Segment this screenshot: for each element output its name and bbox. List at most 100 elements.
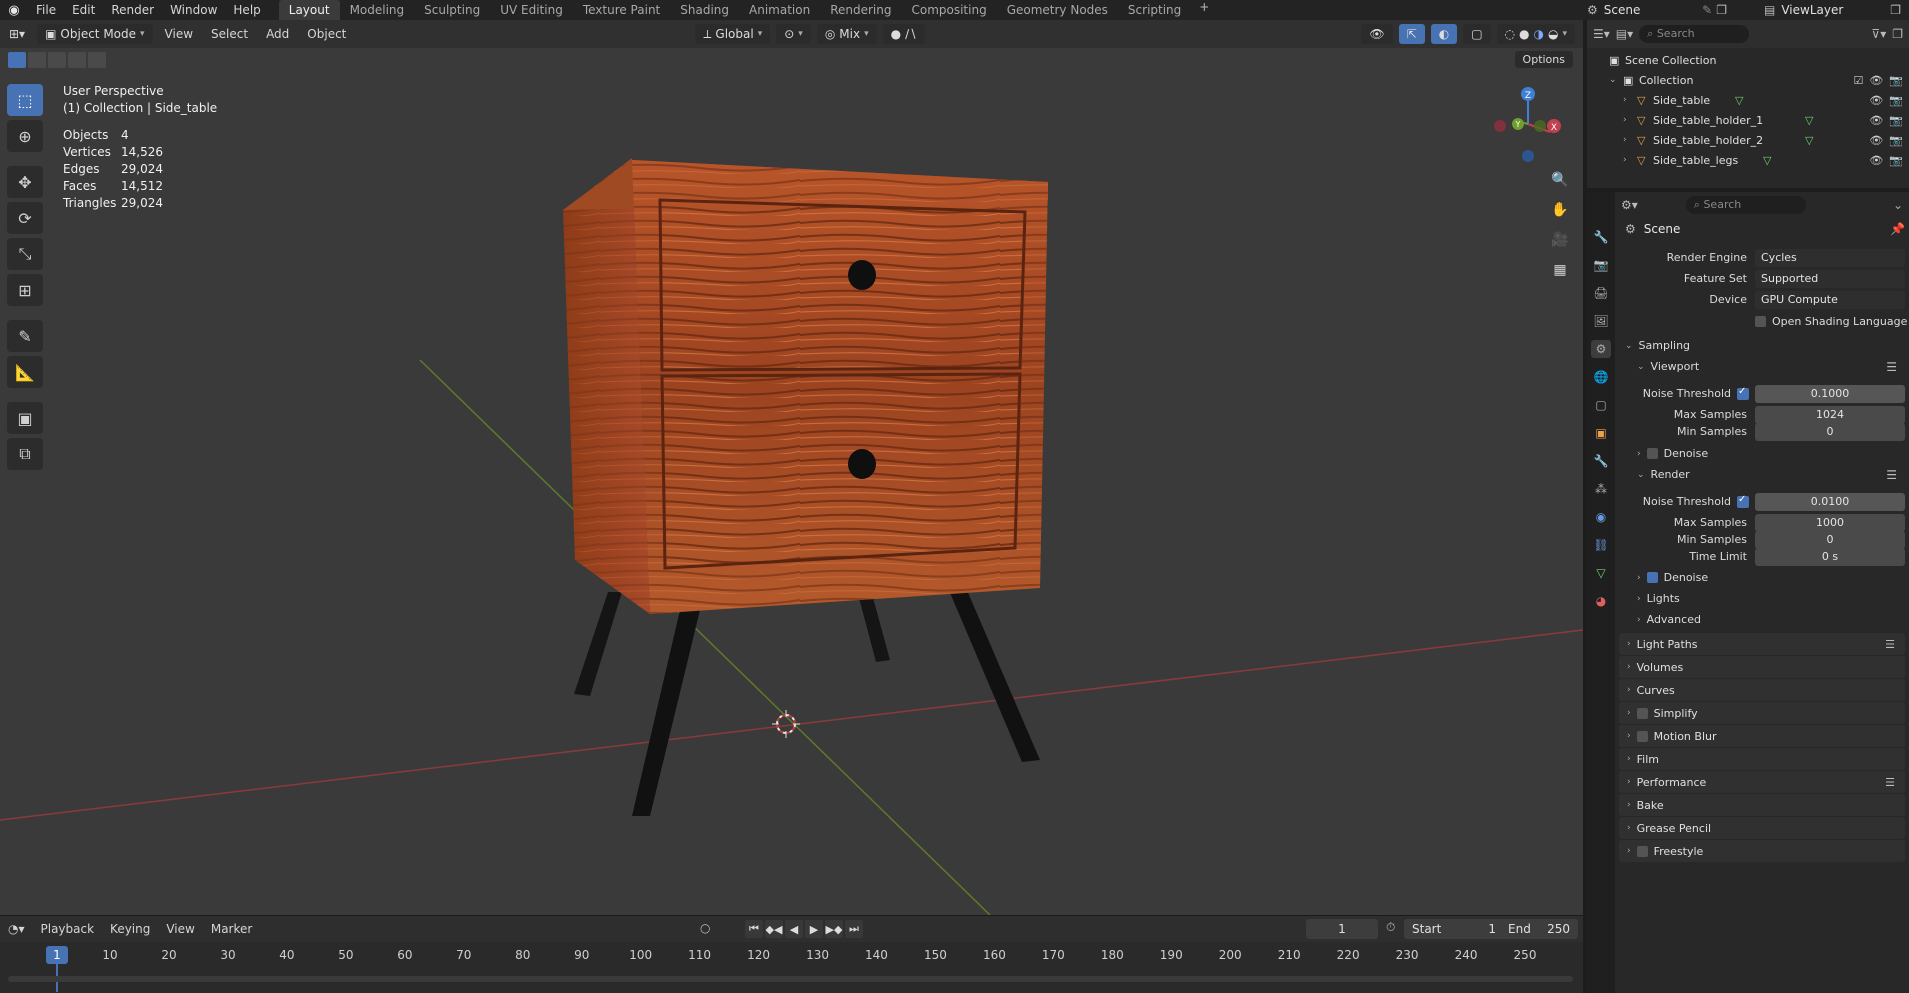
menu-file[interactable]: File <box>28 0 64 20</box>
panel-performance[interactable]: › Performance ☰ <box>1619 771 1905 793</box>
panel-light-paths[interactable]: › Light Paths ☰ <box>1619 633 1905 655</box>
timer-icon[interactable]: ⏱ <box>1386 920 1395 935</box>
blender-logo-icon[interactable]: ◉ <box>0 3 28 18</box>
collection-tab-icon[interactable]: ▢ <box>1591 396 1611 414</box>
select-subtract-icon[interactable] <box>48 52 66 68</box>
panel-curves[interactable]: › Curves <box>1619 679 1905 701</box>
camera-icon[interactable]: 📷 <box>1889 114 1903 127</box>
filter-icon[interactable]: ⊽▾ <box>1871 27 1886 41</box>
tab-texture-paint[interactable]: Texture Paint <box>573 0 670 20</box>
tab-shading[interactable]: Shading <box>670 0 739 20</box>
scene-selector[interactable]: ⚙ Scene ✎ ❐ <box>1583 0 1731 20</box>
properties-search-input[interactable]: ⌕ Search <box>1685 196 1806 214</box>
measure-tool-icon[interactable]: 📐 <box>7 356 43 388</box>
mode-dropdown[interactable]: ▣ Object Mode ▾ <box>37 24 153 44</box>
snap-dropdown[interactable]: ◎ Mix ▾ <box>816 24 877 44</box>
solid-shading-icon[interactable]: ● <box>1519 27 1529 41</box>
osl-checkbox[interactable] <box>1755 316 1766 327</box>
presets-list-icon[interactable]: ☰ <box>1886 468 1897 482</box>
auto-key-icon[interactable]: ○ <box>700 921 710 935</box>
extrude-tool-icon[interactable]: ⧉ <box>7 438 43 470</box>
camera-icon[interactable]: 📷 <box>1889 94 1903 107</box>
menu-object[interactable]: Object <box>298 20 355 48</box>
render-subpanel-header[interactable]: ⌄ Render <box>1637 468 1690 481</box>
display-mode-icon[interactable]: ▤▾ <box>1616 27 1633 41</box>
chevron-down-icon[interactable]: ⌄ <box>1609 75 1617 85</box>
gizmo-neg-z-icon[interactable] <box>1522 150 1534 162</box>
annotate-tool-icon[interactable]: ✎ <box>7 320 43 352</box>
simplify-checkbox[interactable] <box>1636 707 1648 719</box>
gizmo-neg-y-icon[interactable] <box>1534 120 1546 132</box>
render-tab-icon[interactable]: 📷 <box>1591 256 1611 274</box>
outliner-search-input[interactable]: ⌕ Search <box>1639 25 1750 43</box>
tab-layout[interactable]: Layout <box>278 0 340 20</box>
eye-icon[interactable]: 👁 <box>1869 154 1883 167</box>
render-denoise-subpanel[interactable]: › Denoise <box>1637 571 1708 584</box>
play-reverse-icon[interactable]: ◀ <box>785 920 803 938</box>
xray-toggle[interactable]: ▢ <box>1463 24 1491 44</box>
viewport-min-samples-field[interactable]: 0 <box>1755 423 1905 441</box>
editor-type-icon[interactable]: ⚙▾ <box>1621 198 1638 212</box>
panel-grease-pencil[interactable]: › Grease Pencil <box>1619 817 1905 839</box>
menu-playback[interactable]: Playback <box>33 922 103 936</box>
select-new-icon[interactable] <box>8 52 26 68</box>
zoom-icon[interactable]: 🔍 <box>1548 168 1572 192</box>
render-denoise-checkbox[interactable] <box>1646 572 1658 583</box>
menu-window[interactable]: Window <box>162 0 225 20</box>
output-tab-icon[interactable]: 🖨 <box>1591 284 1611 302</box>
cursor-tool-icon[interactable]: ⊕ <box>7 120 43 152</box>
particles-tab-icon[interactable]: ⁂ <box>1591 480 1611 498</box>
tab-compositing[interactable]: Compositing <box>901 0 996 20</box>
options-dropdown[interactable]: Options <box>1514 51 1573 68</box>
physics-tab-icon[interactable]: ◉ <box>1591 508 1611 526</box>
editor-type-icon[interactable]: ☰▾ <box>1593 27 1610 41</box>
camera-icon[interactable]: 📷 <box>1889 154 1903 167</box>
constraints-tab-icon[interactable]: ⛓ <box>1591 536 1611 554</box>
jump-end-icon[interactable]: ⏭ <box>845 920 863 938</box>
tree-row-object[interactable]: › ▽ Side_table_legs ▽ 👁 📷 <box>1587 150 1909 170</box>
view-layer-tab-icon[interactable]: 🖼 <box>1591 312 1611 330</box>
rendered-shading-icon[interactable]: ◒ <box>1548 27 1558 41</box>
object-tab-icon[interactable]: ▣ <box>1591 424 1611 442</box>
chevron-down-icon[interactable]: ⌄ <box>1893 198 1903 212</box>
scale-tool-icon[interactable]: ⤡ <box>7 238 43 270</box>
select-invert-icon[interactable] <box>68 52 86 68</box>
visibility-dropdown[interactable]: 👁 <box>1361 24 1393 44</box>
scene-tab-icon[interactable]: ⚙ <box>1591 340 1611 358</box>
tab-rendering[interactable]: Rendering <box>820 0 901 20</box>
freestyle-checkbox[interactable] <box>1636 845 1648 857</box>
panel-motion-blur[interactable]: › Motion Blur <box>1619 725 1905 747</box>
render-noise-threshold-field[interactable]: 0.0100 <box>1755 493 1905 511</box>
move-tool-icon[interactable]: ✥ <box>7 166 43 198</box>
overlay-toggle[interactable]: ◐ <box>1430 24 1458 44</box>
tab-uv-editing[interactable]: UV Editing <box>490 0 573 20</box>
pin-icon[interactable]: 📌 <box>1890 222 1905 236</box>
viewport-noise-threshold-checkbox[interactable] <box>1737 386 1749 400</box>
tab-scripting[interactable]: Scripting <box>1118 0 1191 20</box>
menu-render[interactable]: Render <box>103 0 162 20</box>
menu-keying[interactable]: Keying <box>102 922 158 936</box>
tab-geometry-nodes[interactable]: Geometry Nodes <box>997 0 1118 20</box>
tree-row-object[interactable]: › ▽ Side_table ▽ 👁 📷 <box>1587 90 1909 110</box>
viewport-denoise-checkbox[interactable] <box>1646 448 1658 459</box>
end-frame-field[interactable]: End 250 <box>1500 919 1578 939</box>
menu-view[interactable]: View <box>158 922 202 936</box>
pan-hand-icon[interactable]: ✋ <box>1548 198 1572 222</box>
pivot-dropdown[interactable]: ⊙ ▾ <box>776 24 811 44</box>
menu-help[interactable]: Help <box>225 0 268 20</box>
next-keyframe-icon[interactable]: ▶◆ <box>825 920 843 938</box>
playhead-frame-badge[interactable]: 1 <box>46 946 68 964</box>
timeline-scrollbar[interactable] <box>8 976 1573 982</box>
lights-subpanel[interactable]: › Lights <box>1637 592 1680 605</box>
material-shading-icon[interactable]: ◑ <box>1534 27 1544 41</box>
mesh-data-icon[interactable]: ▽ <box>1735 94 1743 107</box>
tree-row-object[interactable]: › ▽ Side_table_holder_1 ▽ 👁 📷 <box>1587 110 1909 130</box>
shading-modes[interactable]: ◌ ● ◑ ◒ ▾ <box>1496 24 1575 44</box>
3d-viewport[interactable]: ⊞▾ ▣ Object Mode ▾ View Select Add Objec… <box>0 20 1583 915</box>
world-tab-icon[interactable]: 🌐 <box>1591 368 1611 386</box>
new-scene-icon[interactable]: ❐ <box>1716 3 1727 17</box>
tree-row-scene-collection[interactable]: ▣ Scene Collection <box>1587 50 1909 70</box>
osl-checkbox-row[interactable]: Open Shading Language <box>1755 315 1907 328</box>
wireframe-shading-icon[interactable]: ◌ <box>1505 27 1515 41</box>
scene-name[interactable]: Scene <box>1604 3 1641 17</box>
